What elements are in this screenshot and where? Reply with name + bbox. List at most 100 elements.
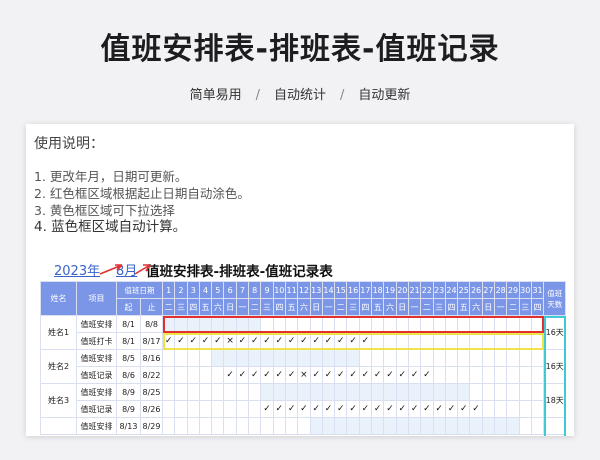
- day-cell[interactable]: ✓: [457, 400, 471, 418]
- day-cell[interactable]: ✓: [346, 332, 360, 350]
- day-cell[interactable]: [198, 366, 213, 384]
- day-cell[interactable]: [395, 332, 409, 350]
- start-date[interactable]: 8/13: [116, 417, 141, 435]
- start-date[interactable]: 8/1: [116, 332, 141, 350]
- day-cell[interactable]: [211, 400, 225, 418]
- day-cell[interactable]: [518, 332, 532, 350]
- day-cell[interactable]: [186, 366, 200, 384]
- day-cell[interactable]: [432, 332, 446, 350]
- day-cell[interactable]: ✓: [346, 400, 360, 418]
- day-cell[interactable]: [235, 400, 250, 418]
- day-cell[interactable]: [518, 366, 532, 384]
- day-cell[interactable]: ✓: [161, 332, 176, 350]
- end-date[interactable]: 8/17: [140, 332, 163, 350]
- day-cell[interactable]: ✓: [420, 366, 434, 384]
- day-cell[interactable]: [371, 332, 385, 350]
- day-cell[interactable]: ✓: [334, 366, 348, 384]
- day-cell[interactable]: ✓: [407, 366, 422, 384]
- day-cell[interactable]: ✓: [248, 332, 262, 350]
- day-cell[interactable]: [469, 366, 483, 384]
- day-cell[interactable]: ✓: [284, 332, 299, 350]
- day-cell[interactable]: ✓: [321, 400, 336, 418]
- day-cell[interactable]: ✓: [272, 366, 286, 384]
- end-date[interactable]: 8/16: [140, 349, 163, 367]
- day-cell[interactable]: [481, 366, 496, 384]
- day-cell[interactable]: [481, 332, 496, 350]
- day-cell[interactable]: ✓: [272, 332, 286, 350]
- end-date[interactable]: 8/22: [140, 366, 163, 384]
- day-cell[interactable]: ✓: [235, 366, 250, 384]
- day-cell[interactable]: ✓: [297, 332, 311, 350]
- day-cell[interactable]: [518, 400, 532, 418]
- day-cell[interactable]: [161, 366, 176, 384]
- start-date[interactable]: 8/5: [116, 349, 141, 367]
- day-cell[interactable]: ✓: [309, 332, 323, 350]
- day-cell[interactable]: [198, 400, 213, 418]
- day-cell[interactable]: ✓: [383, 400, 397, 418]
- day-cell[interactable]: ✓: [284, 366, 299, 384]
- day-cell[interactable]: ✓: [334, 332, 348, 350]
- day-cell[interactable]: [494, 400, 508, 418]
- day-cell[interactable]: ✓: [309, 400, 323, 418]
- day-cell[interactable]: [530, 366, 545, 384]
- day-cell[interactable]: ✓: [297, 400, 311, 418]
- day-cell[interactable]: ✓: [198, 332, 213, 350]
- day-cell[interactable]: [494, 332, 508, 350]
- day-cell[interactable]: [481, 400, 496, 418]
- day-cell[interactable]: [161, 400, 176, 418]
- day-cell[interactable]: ✓: [358, 400, 373, 418]
- day-cell[interactable]: [469, 332, 483, 350]
- day-cell[interactable]: ✓: [321, 332, 336, 350]
- day-cell[interactable]: ✓: [174, 332, 188, 350]
- end-date[interactable]: 8/29: [140, 417, 163, 435]
- day-cell[interactable]: ✓: [248, 366, 262, 384]
- day-cell[interactable]: ✓: [260, 332, 274, 350]
- day-cell[interactable]: ×: [223, 332, 237, 350]
- day-cell[interactable]: ✓: [407, 400, 422, 418]
- day-cell[interactable]: [530, 400, 545, 418]
- day-cell[interactable]: ✓: [358, 366, 373, 384]
- day-cell[interactable]: ✓: [284, 400, 299, 418]
- day-cell[interactable]: [506, 332, 520, 350]
- day-cell[interactable]: ✓: [260, 400, 274, 418]
- day-cell[interactable]: [444, 366, 459, 384]
- end-date[interactable]: 8/8: [140, 315, 163, 333]
- day-cell[interactable]: ✓: [260, 366, 274, 384]
- day-cell[interactable]: [432, 366, 446, 384]
- day-cell[interactable]: [444, 332, 459, 350]
- day-cell[interactable]: ✓: [346, 366, 360, 384]
- day-cell[interactable]: [530, 332, 545, 350]
- day-cell[interactable]: ✓: [395, 400, 409, 418]
- day-cell[interactable]: [186, 400, 200, 418]
- day-cell[interactable]: ✓: [358, 332, 373, 350]
- day-cell[interactable]: ✓: [444, 400, 459, 418]
- day-cell[interactable]: ✓: [371, 400, 385, 418]
- start-date[interactable]: 8/6: [116, 366, 141, 384]
- day-cell[interactable]: [457, 366, 471, 384]
- day-cell[interactable]: ✓: [371, 366, 385, 384]
- day-cell[interactable]: ✓: [420, 400, 434, 418]
- end-date[interactable]: 8/25: [140, 383, 163, 401]
- day-cell[interactable]: [506, 366, 520, 384]
- day-cell[interactable]: ✓: [272, 400, 286, 418]
- day-cell[interactable]: ✓: [309, 366, 323, 384]
- day-cell[interactable]: [457, 332, 471, 350]
- day-cell[interactable]: [248, 400, 262, 418]
- day-cell[interactable]: ✓: [334, 400, 348, 418]
- day-cell[interactable]: [494, 366, 508, 384]
- day-cell[interactable]: [211, 366, 225, 384]
- day-cell[interactable]: ✓: [395, 366, 409, 384]
- day-cell[interactable]: [407, 332, 422, 350]
- day-cell[interactable]: [420, 332, 434, 350]
- day-cell[interactable]: ✓: [211, 332, 225, 350]
- day-cell[interactable]: [174, 366, 188, 384]
- day-cell[interactable]: [506, 400, 520, 418]
- day-cell[interactable]: ✓: [223, 366, 237, 384]
- day-cell[interactable]: ✓: [383, 366, 397, 384]
- day-cell[interactable]: [174, 400, 188, 418]
- start-date[interactable]: 8/9: [116, 400, 141, 418]
- day-cell[interactable]: [383, 332, 397, 350]
- day-cell[interactable]: ✓: [469, 400, 483, 418]
- day-cell[interactable]: [223, 400, 237, 418]
- day-cell[interactable]: ✓: [235, 332, 250, 350]
